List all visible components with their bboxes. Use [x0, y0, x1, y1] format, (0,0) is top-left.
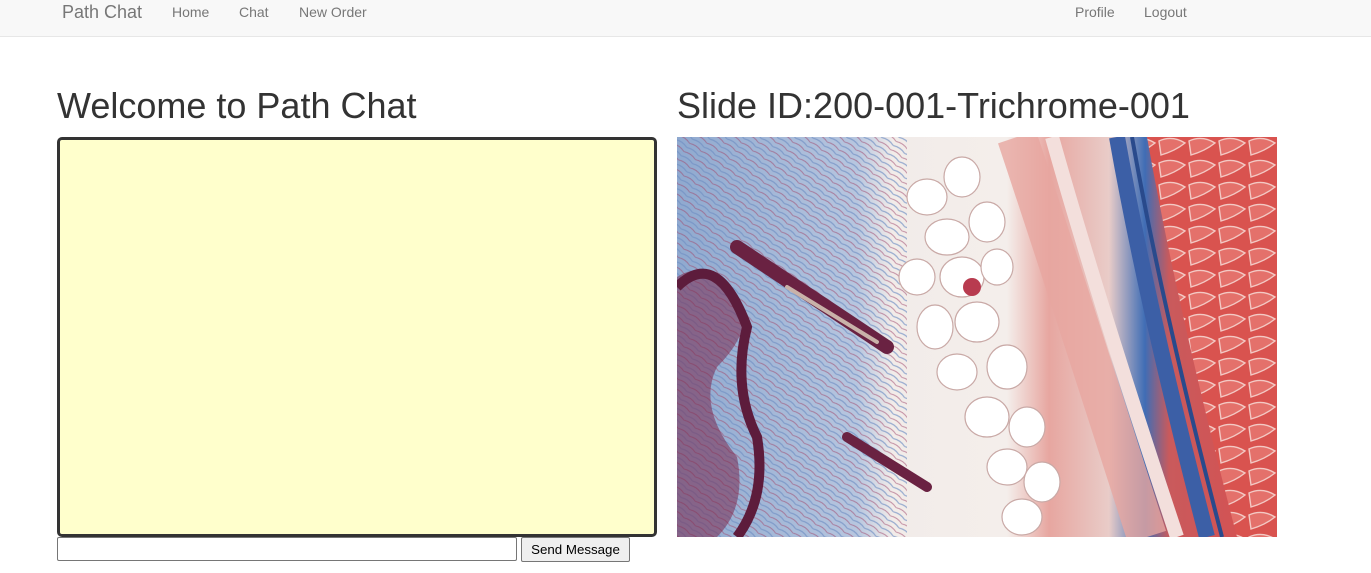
- nav-new-order-link[interactable]: New Order: [299, 4, 367, 20]
- brand-link[interactable]: Path Chat: [62, 2, 142, 22]
- top-navbar: Path Chat Home Chat New Order Profile Lo…: [0, 0, 1371, 37]
- send-message-button[interactable]: Send Message: [521, 537, 630, 562]
- chat-messages-box[interactable]: [57, 137, 657, 537]
- nav-logout-link[interactable]: Logout: [1144, 4, 1187, 20]
- nav-home-link[interactable]: Home: [172, 4, 209, 20]
- slide-image: [677, 137, 1277, 537]
- message-input[interactable]: [57, 537, 517, 561]
- slide-heading: Slide ID:200-001-Trichrome-001: [677, 85, 1190, 126]
- chat-heading: Welcome to Path Chat: [57, 85, 417, 126]
- nav-chat-link[interactable]: Chat: [239, 4, 269, 20]
- nav-profile-link[interactable]: Profile: [1075, 4, 1115, 20]
